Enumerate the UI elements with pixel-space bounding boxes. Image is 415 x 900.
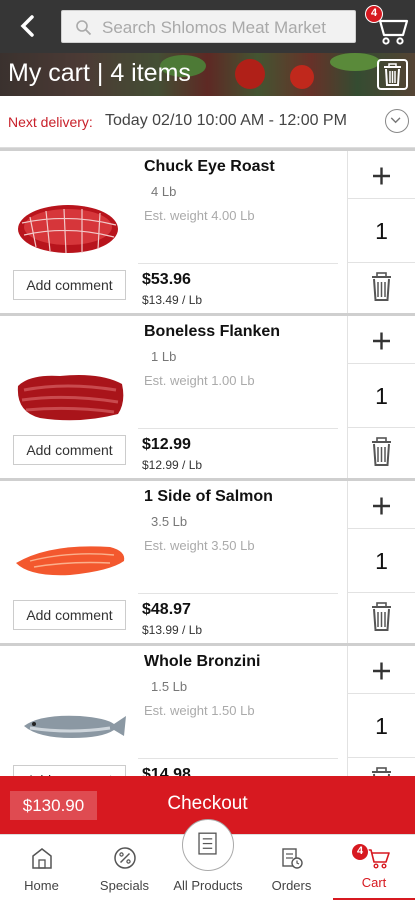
increase-quantity-button[interactable] xyxy=(348,316,415,364)
cart-item-list: Add comment Chuck Eye Roast 4 Lb Est. we… xyxy=(0,148,415,776)
product-image xyxy=(18,205,118,254)
nav-cart-badge: 4 xyxy=(351,843,369,861)
add-comment-button[interactable]: Add comment xyxy=(13,435,126,465)
banner-tomato xyxy=(290,65,314,89)
home-icon xyxy=(31,848,52,869)
item-price: $12.99 xyxy=(142,436,191,453)
quantity-controls: 1 xyxy=(347,481,415,643)
bottom-navigation: Home Specials All Products Orders 4 Cart xyxy=(0,819,415,900)
estimated-weight: Est. weight 4.00 Lb xyxy=(144,208,255,223)
increase-quantity-button[interactable] xyxy=(348,481,415,529)
banner-greens xyxy=(330,53,380,71)
cart-count-badge: 4 xyxy=(365,5,383,23)
product-quantity: 3.5 Lb xyxy=(151,514,188,529)
delivery-selector[interactable]: Next delivery: Today 02/10 10:00 AM - 12… xyxy=(0,96,415,148)
product-name: 1 Side of Salmon xyxy=(144,488,273,505)
plus-icon xyxy=(373,167,390,185)
trash-icon xyxy=(372,602,391,631)
remove-item-button[interactable] xyxy=(348,593,415,643)
product-quantity: 4 Lb xyxy=(151,184,177,199)
plus-icon xyxy=(373,662,390,680)
product-quantity: 1.5 Lb xyxy=(151,679,188,694)
quantity-controls: 1 xyxy=(347,646,415,776)
unit-price: $12.99 / Lb xyxy=(142,458,203,472)
item-quantity: 1 xyxy=(348,364,415,428)
divider xyxy=(138,593,338,594)
search-icon xyxy=(76,20,92,36)
trash-icon xyxy=(384,63,401,86)
item-price: $14.98 xyxy=(142,766,191,776)
header-cart-button[interactable]: 4 xyxy=(365,5,410,47)
item-price: $48.97 xyxy=(142,601,191,618)
item-price: $53.96 xyxy=(142,271,191,288)
chevron-down-icon xyxy=(390,117,401,124)
item-quantity: 1 xyxy=(348,694,415,758)
cart-icon xyxy=(367,849,390,869)
plus-icon xyxy=(373,497,390,515)
product-name: Boneless Flanken xyxy=(144,323,281,340)
trash-icon xyxy=(372,767,391,776)
quantity-controls: 1 xyxy=(347,316,415,478)
increase-quantity-button[interactable] xyxy=(348,151,415,199)
unit-price: $13.99 / Lb xyxy=(142,623,203,637)
cart-item: Add comment 1 Side of Salmon 3.5 Lb Est.… xyxy=(0,478,415,643)
nav-orders-label: Orders xyxy=(271,878,312,893)
search-bar[interactable] xyxy=(61,10,356,43)
cart-item: Add comment Whole Bronzini 1.5 Lb Est. w… xyxy=(0,643,415,776)
estimated-weight: Est. weight 3.50 Lb xyxy=(144,538,255,553)
delivery-label: Next delivery: xyxy=(8,114,93,130)
clear-cart-button[interactable] xyxy=(377,59,408,90)
top-bar: 4 xyxy=(0,0,415,53)
nav-orders[interactable]: Orders xyxy=(250,835,333,900)
checkout-label: Checkout xyxy=(167,793,248,814)
product-image xyxy=(16,546,125,576)
estimated-weight: Est. weight 1.00 Lb xyxy=(144,373,255,388)
divider xyxy=(138,263,338,264)
cart-item: Add comment Boneless Flanken 1 Lb Est. w… xyxy=(0,313,415,478)
remove-item-button[interactable] xyxy=(348,428,415,478)
search-input[interactable] xyxy=(102,15,352,40)
nav-home[interactable]: Home xyxy=(0,835,83,900)
nav-home-label: Home xyxy=(24,878,59,893)
increase-quantity-button[interactable] xyxy=(348,646,415,694)
delivery-time: Today 02/10 10:00 AM - 12:00 PM xyxy=(105,112,347,129)
page-title: My cart | 4 items xyxy=(8,59,191,87)
product-name: Whole Bronzini xyxy=(144,653,261,670)
trash-icon xyxy=(372,437,391,466)
add-comment-button[interactable]: Add comment xyxy=(13,270,126,300)
nav-specials-label: Specials xyxy=(99,878,150,893)
unit-price: $13.49 / Lb xyxy=(142,293,203,307)
banner-tomato xyxy=(235,59,265,89)
add-comment-button[interactable]: Add comment xyxy=(13,765,126,776)
trash-icon xyxy=(372,272,391,301)
orders-icon xyxy=(281,848,303,869)
item-quantity: 1 xyxy=(348,529,415,593)
cart-item: Add comment Chuck Eye Roast 4 Lb Est. we… xyxy=(0,148,415,313)
remove-item-button[interactable] xyxy=(348,758,415,776)
product-image xyxy=(17,375,124,421)
nav-specials[interactable]: Specials xyxy=(83,835,166,900)
nav-cart-label: Cart xyxy=(361,875,387,890)
product-quantity: 1 Lb xyxy=(151,349,177,364)
add-comment-button[interactable]: Add comment xyxy=(13,600,126,630)
all-products-button[interactable] xyxy=(182,819,234,871)
back-arrow-icon[interactable] xyxy=(14,12,42,40)
specials-percent-icon xyxy=(113,847,136,869)
list-icon xyxy=(198,832,217,855)
cart-header-banner: My cart | 4 items xyxy=(0,53,415,96)
product-name: Chuck Eye Roast xyxy=(144,158,275,175)
divider xyxy=(138,758,338,759)
item-quantity: 1 xyxy=(348,199,415,263)
plus-icon xyxy=(373,332,390,350)
remove-item-button[interactable] xyxy=(348,263,415,313)
divider xyxy=(138,428,338,429)
delivery-dropdown-button[interactable] xyxy=(385,109,409,133)
quantity-controls: 1 xyxy=(347,151,415,313)
estimated-weight: Est. weight 1.50 Lb xyxy=(144,703,255,718)
product-image xyxy=(24,715,126,738)
nav-all-products-label: All Products xyxy=(173,878,243,893)
nav-cart[interactable]: 4 Cart xyxy=(333,835,415,900)
